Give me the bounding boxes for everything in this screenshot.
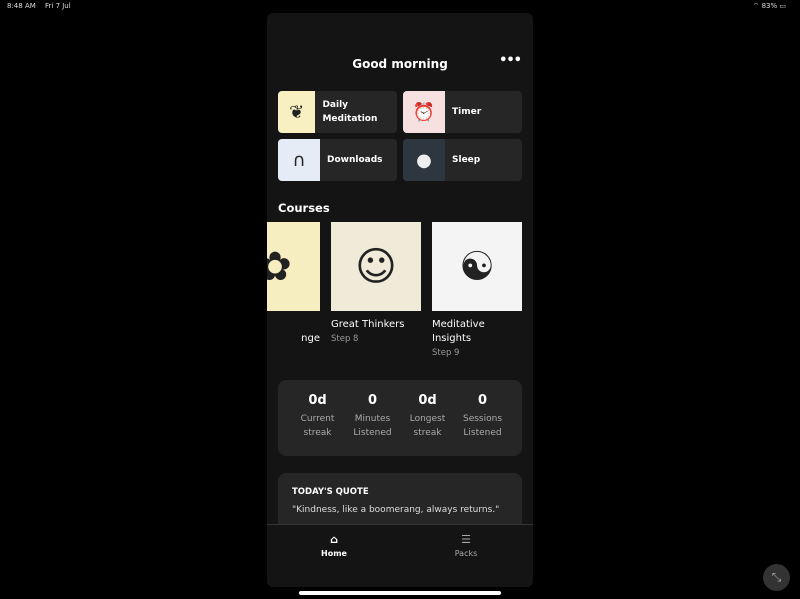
stat-item: 0d Current streak bbox=[291, 380, 345, 456]
moon-rocket-icon: ● bbox=[403, 139, 445, 181]
plant-heart-icon: ❦ bbox=[278, 91, 316, 133]
tile-label: Timer bbox=[452, 107, 482, 117]
tile-downloads[interactable]: ∩ Downloads bbox=[278, 139, 397, 181]
tile-label: Sleep bbox=[452, 155, 481, 165]
stat-label: Current streak bbox=[300, 414, 335, 438]
course-name: Meditative Insights bbox=[432, 319, 485, 344]
wifi-icon: ⌔ bbox=[752, 2, 762, 10]
course-artwork: ☯ bbox=[432, 222, 522, 311]
tile-sleep[interactable]: ● Sleep bbox=[403, 139, 522, 181]
stat-label: Minutes Listened bbox=[353, 414, 392, 438]
tile-timer[interactable]: ⏰ Timer bbox=[403, 91, 522, 133]
page-title: Good morning bbox=[352, 57, 448, 71]
courses-heading: Courses bbox=[278, 201, 330, 215]
tile-daily-meditation[interactable]: ❦ Daily Meditation bbox=[278, 91, 397, 133]
stats-card: 0d Current streak 0 Minutes Listened 0d Longe… bbox=[278, 380, 522, 456]
alarm-clock-icon: ⏰ bbox=[403, 91, 445, 133]
list-icon: ☰ bbox=[461, 533, 471, 546]
course-artwork: ✿ bbox=[267, 222, 320, 311]
course-name: nge bbox=[301, 333, 320, 344]
course-name: Great Thinkers bbox=[331, 319, 405, 330]
course-card[interactable]: ✿ nge bbox=[267, 222, 320, 348]
quote-text: "Kindness, like a boomerang, always retu… bbox=[292, 505, 500, 515]
nav-packs[interactable]: ☰ Packs bbox=[436, 533, 496, 558]
stat-label: Longest streak bbox=[409, 414, 446, 438]
nav-label: Home bbox=[321, 549, 347, 558]
status-battery: ⌔ 83% ▭ bbox=[752, 2, 786, 10]
app-window: Good morning ••• ❦ Daily Meditation ⏰ Timer… bbox=[267, 13, 533, 587]
stat-value: 0 bbox=[477, 393, 488, 408]
nav-home[interactable]: ⌂ Home bbox=[304, 533, 364, 558]
course-step: Step 8 bbox=[331, 334, 359, 344]
status-date: Fri 7 Jul bbox=[45, 2, 71, 10]
course-step: Step 9 bbox=[432, 348, 460, 358]
stat-item: 0d Longest streak bbox=[401, 380, 455, 456]
stat-label: Sessions Listened bbox=[462, 414, 503, 438]
home-icon: ⌂ bbox=[330, 533, 338, 546]
nav-label: Packs bbox=[454, 549, 478, 558]
status-time: 8:48 AM bbox=[7, 2, 36, 10]
course-card[interactable]: ☯ Meditative Insights Step 9 bbox=[432, 222, 522, 358]
quote-heading: TODAY'S QUOTE bbox=[292, 487, 369, 497]
stat-item: 0 Sessions Listened bbox=[456, 380, 510, 456]
tile-label: Downloads bbox=[327, 155, 383, 165]
stat-value: 0 bbox=[367, 393, 378, 408]
stat-item: 0 Minutes Listened bbox=[346, 380, 400, 456]
course-card[interactable]: ☺ Great Thinkers Step 8 bbox=[331, 222, 421, 344]
collapse-icon[interactable]: ⤡ bbox=[763, 564, 790, 591]
stat-value: 0d bbox=[418, 393, 437, 408]
course-artwork: ☺ bbox=[331, 222, 421, 311]
home-indicator[interactable] bbox=[299, 591, 501, 595]
tile-label: Daily Meditation bbox=[322, 100, 378, 124]
ellipsis-icon[interactable]: ••• bbox=[499, 53, 522, 68]
battery-percent: 83% bbox=[761, 2, 778, 10]
bottom-nav: ⌂ Home ☰ Packs bbox=[267, 524, 533, 587]
stat-value: 0d bbox=[308, 393, 327, 408]
magnet-icon: ∩ bbox=[278, 139, 320, 181]
